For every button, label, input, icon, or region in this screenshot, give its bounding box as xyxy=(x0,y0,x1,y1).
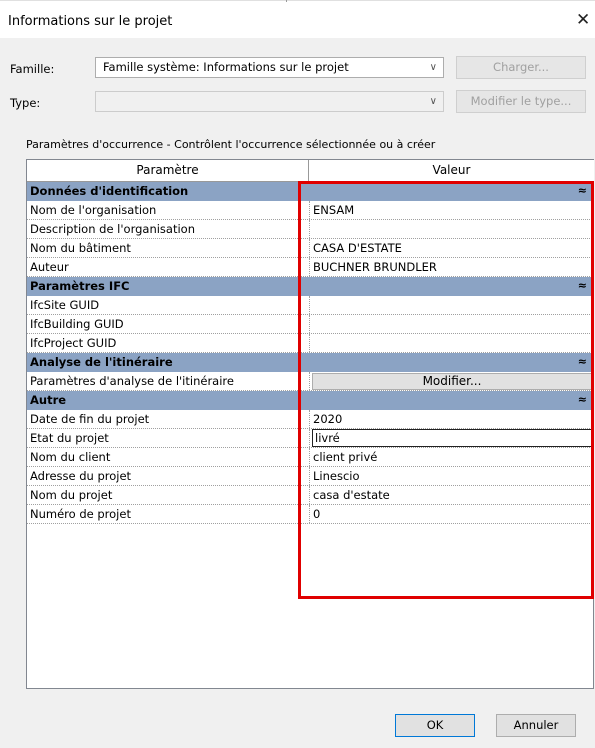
column-divider xyxy=(309,220,311,238)
column-divider xyxy=(309,429,311,447)
parameter-name: IfcBuilding GUID xyxy=(30,317,124,331)
parameter-name: Nom du bâtiment xyxy=(30,241,131,255)
parameter-name: Nom du client xyxy=(30,450,111,464)
table-row[interactable]: IfcSite GUID xyxy=(27,296,594,315)
parameter-value[interactable]: 2020 xyxy=(313,412,342,426)
title-bar: Informations sur le projet ✕ xyxy=(0,2,595,38)
type-label: Type: xyxy=(10,96,41,110)
column-divider xyxy=(309,486,311,504)
group-header-row[interactable]: Autre ≈ xyxy=(27,391,594,410)
parameter-name: Etat du projet xyxy=(30,431,109,445)
parameter-value[interactable]: ENSAM xyxy=(313,203,354,217)
parameter-name: Nom du projet xyxy=(30,488,113,502)
parameter-name: Paramètres d'analyse de l'itinéraire xyxy=(30,374,234,388)
collapse-icon[interactable]: ≈ xyxy=(578,393,587,406)
close-icon[interactable]: ✕ xyxy=(576,10,590,30)
group-header-label: Autre xyxy=(30,393,67,407)
table-row[interactable]: Description de l'organisation xyxy=(27,220,594,239)
column-divider xyxy=(309,448,311,466)
table-row[interactable]: Adresse du projet Linescio xyxy=(27,467,594,486)
table-row[interactable]: Nom du client client privé xyxy=(27,448,594,467)
column-divider xyxy=(309,372,311,390)
column-divider xyxy=(309,201,311,219)
occurrence-label: Paramètres d'occurrence - Contrôlent l'o… xyxy=(26,138,436,151)
load-button[interactable]: Charger... xyxy=(456,56,586,79)
column-divider xyxy=(309,315,311,333)
group-header-label: Paramètres IFC xyxy=(30,279,130,293)
parameter-value[interactable]: casa d'estate xyxy=(313,488,390,502)
ok-button[interactable]: OK xyxy=(395,714,475,737)
collapse-icon[interactable]: ≈ xyxy=(578,279,587,292)
column-header-value[interactable]: Valeur xyxy=(309,160,594,182)
table-row[interactable]: Nom du projet casa d'estate xyxy=(27,486,594,505)
collapse-icon[interactable]: ≈ xyxy=(578,184,587,197)
collapse-icon[interactable]: ≈ xyxy=(578,355,587,368)
table-row[interactable]: IfcBuilding GUID xyxy=(27,315,594,334)
parameter-name: Adresse du projet xyxy=(30,469,132,483)
column-divider xyxy=(309,239,311,257)
parameter-value-editor[interactable]: livré xyxy=(312,429,592,447)
famille-select[interactable]: Famille système: Informations sur le pro… xyxy=(95,57,444,78)
parameter-value[interactable]: 0 xyxy=(313,507,320,521)
parameter-name: Description de l'organisation xyxy=(30,222,195,236)
parameter-value[interactable]: BUCHNER BRUNDLER xyxy=(313,260,437,274)
parameters-grid[interactable]: Paramètre Valeur Données d'identificatio… xyxy=(26,159,594,689)
chevron-down-icon: ∨ xyxy=(429,62,437,73)
famille-label: Famille: xyxy=(10,62,55,76)
column-divider xyxy=(309,467,311,485)
parameter-name: Nom de l'organisation xyxy=(30,203,157,217)
chevron-down-icon: ∨ xyxy=(429,96,437,107)
group-header-label: Données d'identification xyxy=(30,184,189,198)
parameter-name: IfcSite GUID xyxy=(30,298,100,312)
table-row[interactable]: Nom du bâtiment CASA D'ESTATE xyxy=(27,239,594,258)
column-divider xyxy=(309,258,311,276)
group-header-row[interactable]: Analyse de l'itinéraire ≈ xyxy=(27,353,594,372)
edit-type-button[interactable]: Modifier le type... xyxy=(456,90,586,113)
table-row[interactable]: Auteur BUCHNER BRUNDLER xyxy=(27,258,594,277)
type-select[interactable]: ∨ xyxy=(95,91,444,112)
edit-route-analysis-button[interactable]: Modifier... xyxy=(312,373,592,390)
parameter-value[interactable]: client privé xyxy=(313,450,377,464)
group-header-row[interactable]: Paramètres IFC ≈ xyxy=(27,277,594,296)
parameter-value: livré xyxy=(315,431,340,445)
cancel-button[interactable]: Annuler xyxy=(496,714,576,737)
group-header-label: Analyse de l'itinéraire xyxy=(30,355,173,369)
table-row[interactable]: Paramètres d'analyse de l'itinéraire Modi… xyxy=(27,372,594,391)
parameter-name: Date de fin du projet xyxy=(30,412,150,426)
parameter-name: IfcProject GUID xyxy=(30,336,117,350)
group-header-row[interactable]: Données d'identification ≈ xyxy=(27,182,594,201)
table-row[interactable]: Numéro de projet 0 xyxy=(27,505,594,524)
column-divider xyxy=(309,334,311,352)
column-divider xyxy=(309,296,311,314)
table-row[interactable]: IfcProject GUID xyxy=(27,334,594,353)
table-row[interactable]: Date de fin du projet 2020 xyxy=(27,410,594,429)
parameter-name: Auteur xyxy=(30,260,69,274)
dialog-title: Informations sur le projet xyxy=(8,14,173,29)
famille-value: Famille système: Informations sur le pro… xyxy=(103,60,349,74)
column-header-parameter[interactable]: Paramètre xyxy=(27,160,309,182)
column-divider xyxy=(309,505,311,523)
top-divider xyxy=(0,0,595,1)
column-divider xyxy=(309,410,311,428)
table-row[interactable]: Etat du projet livré xyxy=(27,429,594,448)
parameter-name: Numéro de projet xyxy=(30,507,131,521)
grid-rows: Données d'identification ≈ Nom de l'organi… xyxy=(27,182,594,524)
parameter-value[interactable]: Linescio xyxy=(313,469,360,483)
table-row[interactable]: Nom de l'organisation ENSAM xyxy=(27,201,594,220)
parameter-value[interactable]: CASA D'ESTATE xyxy=(313,241,402,255)
